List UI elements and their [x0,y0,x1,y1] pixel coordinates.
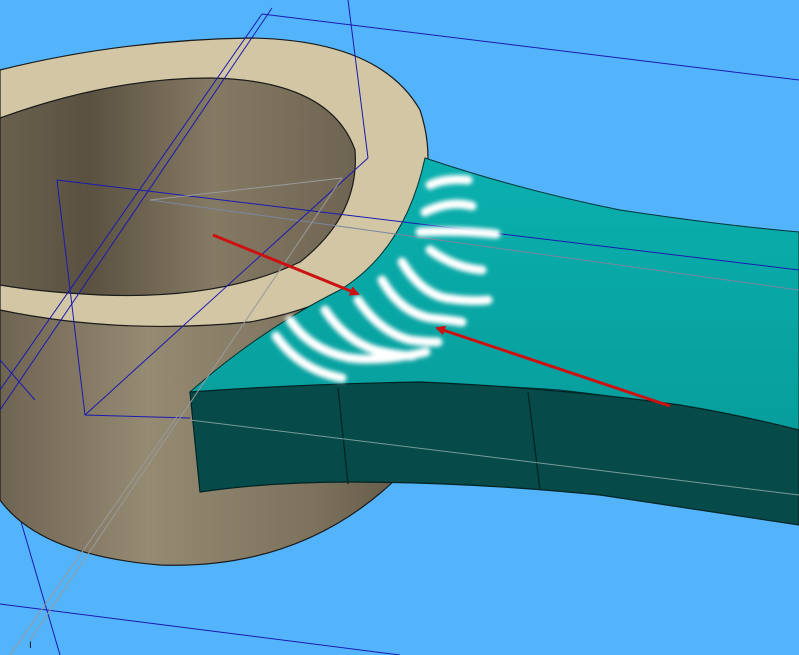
cad-viewport[interactable]: I [0,0,799,655]
coordinate-axis-icon: I [29,641,32,651]
model-canvas[interactable] [0,0,799,655]
